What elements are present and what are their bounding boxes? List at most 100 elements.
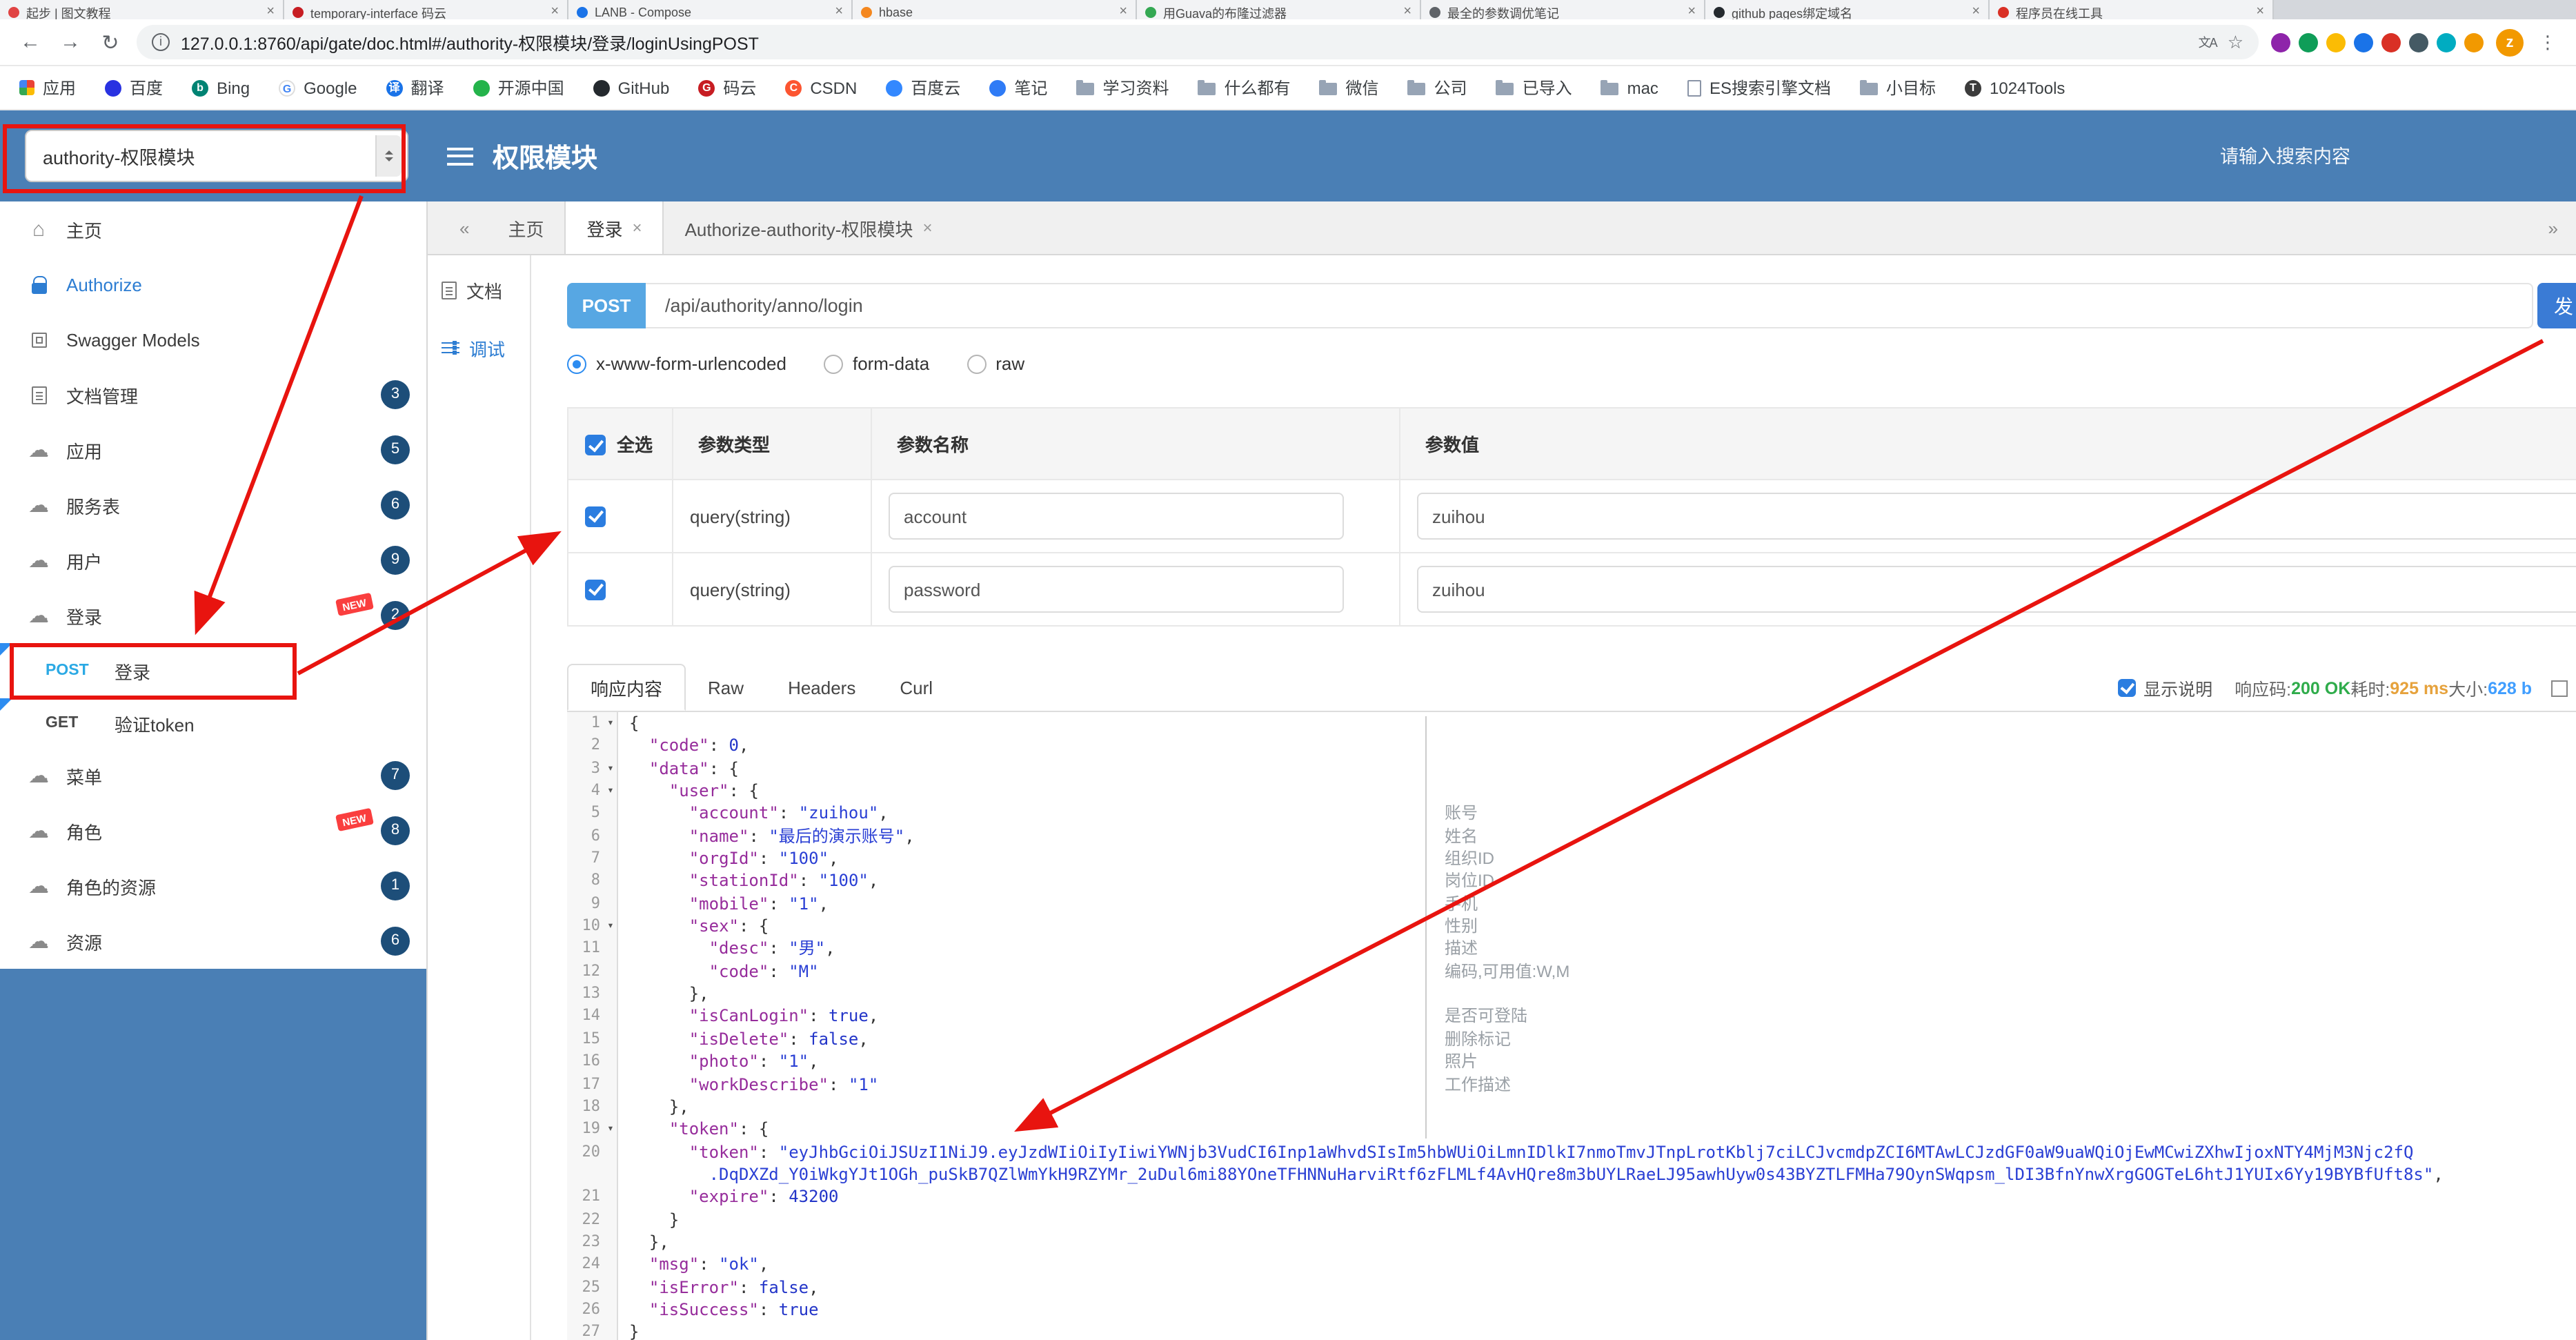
response-tab-Raw[interactable]: Raw bbox=[686, 664, 766, 711]
back-icon[interactable]: ← bbox=[17, 30, 44, 54]
send-button[interactable]: 发 bbox=[2537, 283, 2576, 328]
tab-close-icon[interactable]: × bbox=[1403, 4, 1411, 19]
tab-close-icon[interactable]: × bbox=[1687, 4, 1696, 19]
tab-主页[interactable]: 主页 bbox=[487, 201, 564, 254]
header-search-input[interactable] bbox=[2220, 146, 2399, 166]
bookmark-github[interactable]: GitHub bbox=[593, 78, 669, 97]
tab-close-icon[interactable]: × bbox=[922, 218, 932, 237]
bookmark-oschina[interactable]: 开源中国 bbox=[473, 76, 564, 99]
fold-caret-icon[interactable]: ▾ bbox=[604, 712, 618, 735]
extension-icon[interactable] bbox=[2271, 32, 2290, 52]
bookmark-wechat[interactable]: 微信 bbox=[1319, 76, 1379, 99]
browser-tab[interactable]: 程序员在线工具 × bbox=[1990, 0, 2274, 19]
doc-nav-doc[interactable]: 文档 bbox=[428, 261, 530, 319]
tab-close-icon[interactable]: × bbox=[633, 218, 642, 237]
extension-icon[interactable] bbox=[2437, 32, 2456, 52]
row-checkbox[interactable] bbox=[585, 579, 606, 600]
sidebar-item-role-resource[interactable]: ☁ 角色的资源 1 bbox=[0, 858, 426, 914]
bookmark-csdn[interactable]: C CSDN bbox=[785, 78, 857, 97]
browser-tab[interactable]: temporary-interface 码云 × bbox=[284, 0, 568, 19]
show-desc-checkbox[interactable] bbox=[2117, 679, 2136, 697]
response-tab-响应内容[interactable]: 响应内容 bbox=[567, 664, 686, 711]
sidebar-item-role[interactable]: ☁ 角色 NEW 8 bbox=[0, 803, 426, 858]
tab-close-icon[interactable]: × bbox=[835, 4, 843, 19]
sidebar-item-home[interactable]: ⌂ 主页 bbox=[0, 201, 426, 257]
bookmark-baidu[interactable]: 百度 bbox=[105, 76, 163, 99]
row-checkbox[interactable] bbox=[585, 506, 606, 526]
browser-tab[interactable]: hbase × bbox=[853, 0, 1137, 19]
extension-icon[interactable] bbox=[2354, 32, 2373, 52]
sidebar-item-post-login[interactable]: POST 登录 bbox=[0, 643, 426, 698]
module-select[interactable]: authority-权限模块 bbox=[25, 130, 408, 182]
param-value-input[interactable] bbox=[1417, 566, 2576, 613]
url-text[interactable]: 127.0.0.1:8760/api/gate/doc.html#/author… bbox=[181, 29, 2188, 55]
extension-icon[interactable] bbox=[2464, 32, 2484, 52]
fold-caret-icon[interactable]: ▾ bbox=[604, 757, 618, 780]
collapse-left-icon[interactable]: « bbox=[442, 201, 487, 254]
doc-nav-debug[interactable]: 调试 bbox=[428, 319, 530, 377]
sidebar-item-menu[interactable]: ☁ 菜单 7 bbox=[0, 748, 426, 803]
browser-tab[interactable]: LANB - Compose × bbox=[568, 0, 853, 19]
browser-tab[interactable]: 用Guava的布隆过滤器 × bbox=[1137, 0, 1421, 19]
bookmark-bing[interactable]: b Bing bbox=[192, 78, 250, 97]
browser-tab[interactable]: github pages绑定域名 × bbox=[1705, 0, 1990, 19]
browser-menu-icon[interactable]: ⋮ bbox=[2536, 31, 2559, 53]
bookmark-everything[interactable]: 什么都有 bbox=[1198, 76, 1291, 99]
sidebar-item-user[interactable]: ☁ 用户 9 bbox=[0, 533, 426, 588]
tab-close-icon[interactable]: × bbox=[2256, 4, 2264, 19]
bookmark-baiduyun[interactable]: 百度云 bbox=[886, 76, 960, 99]
bookmark-study[interactable]: 学习资料 bbox=[1076, 76, 1169, 99]
bookmark-company[interactable]: 公司 bbox=[1407, 76, 1467, 99]
sidebar-item-doc-manage[interactable]: 文档管理 3 bbox=[0, 367, 426, 422]
bookmark-note[interactable]: 笔记 bbox=[989, 76, 1047, 99]
sidebar-item-resource[interactable]: ☁ 资源 6 bbox=[0, 914, 426, 969]
tab-登录[interactable]: 登录 × bbox=[564, 201, 664, 254]
bookmark-imported[interactable]: 已导入 bbox=[1496, 76, 1572, 99]
param-name-input[interactable] bbox=[889, 566, 1344, 613]
extension-icon[interactable] bbox=[2381, 32, 2401, 52]
page-info-icon[interactable]: i bbox=[152, 33, 170, 51]
content-type-option[interactable]: x-www-form-urlencoded bbox=[567, 353, 786, 374]
bookmark-google[interactable]: G Google bbox=[279, 78, 357, 97]
bookmark-tools[interactable]: T 1024Tools bbox=[1965, 78, 2065, 97]
browser-tab[interactable]: 起步 | 图文教程 × bbox=[0, 0, 284, 19]
tab-Authorize-authority-权限模块[interactable]: Authorize-authority-权限模块 × bbox=[664, 201, 953, 254]
bookmark-goal[interactable]: 小目标 bbox=[1859, 76, 1936, 99]
bookmark-es[interactable]: ES搜索引擎文档 bbox=[1687, 76, 1831, 99]
bookmark-mac[interactable]: mac bbox=[1601, 78, 1658, 97]
bookmark-star-icon[interactable]: ☆ bbox=[2228, 31, 2243, 53]
sidebar-item-authorize[interactable]: Authorize bbox=[0, 257, 426, 312]
bookmark-apps[interactable]: 应用 bbox=[19, 76, 76, 99]
reload-icon[interactable]: ↻ bbox=[97, 30, 124, 55]
sidebar-item-login[interactable]: ☁ 登录 NEW 2 bbox=[0, 588, 426, 643]
fold-caret-icon[interactable]: ▾ bbox=[604, 1118, 618, 1141]
extension-icon[interactable] bbox=[2409, 32, 2428, 52]
fold-caret-icon[interactable]: ▾ bbox=[604, 780, 618, 802]
response-tab-Headers[interactable]: Headers bbox=[766, 664, 878, 711]
sidebar-item-app[interactable]: ☁ 应用 5 bbox=[0, 422, 426, 477]
content-type-option[interactable]: raw bbox=[967, 353, 1024, 374]
profile-avatar[interactable]: z bbox=[2496, 28, 2524, 56]
sidebar-item-service[interactable]: ☁ 服务表 6 bbox=[0, 477, 426, 533]
collapse-right-icon[interactable]: » bbox=[2530, 201, 2576, 254]
fullscreen-icon[interactable] bbox=[2551, 680, 2568, 696]
address-bar[interactable]: i 127.0.0.1:8760/api/gate/doc.html#/auth… bbox=[137, 25, 2259, 59]
sidebar-item-get-token[interactable]: GET 验证token bbox=[0, 698, 426, 748]
tab-close-icon[interactable]: × bbox=[1972, 4, 1980, 19]
translate-icon[interactable]: 文A bbox=[2199, 33, 2218, 51]
sidebar-item-swagger-models[interactable]: Swagger Models bbox=[0, 312, 426, 367]
extension-icon[interactable] bbox=[2299, 32, 2318, 52]
hamburger-icon[interactable] bbox=[447, 147, 473, 165]
content-type-option[interactable]: form-data bbox=[823, 353, 929, 374]
param-name-input[interactable] bbox=[889, 493, 1344, 540]
tab-close-icon[interactable]: × bbox=[551, 4, 559, 19]
param-value-input[interactable] bbox=[1417, 493, 2576, 540]
fold-caret-icon[interactable]: ▾ bbox=[604, 915, 618, 938]
tab-close-icon[interactable]: × bbox=[266, 4, 275, 19]
browser-tab[interactable]: 最全的参数调优笔记 × bbox=[1421, 0, 1705, 19]
extension-icon[interactable] bbox=[2326, 32, 2346, 52]
select-all-checkbox[interactable] bbox=[585, 435, 606, 455]
bookmark-gitee[interactable]: G 码云 bbox=[698, 76, 756, 99]
bookmark-translate[interactable]: 译翻译 bbox=[386, 76, 444, 99]
forward-icon[interactable]: → bbox=[57, 30, 84, 54]
